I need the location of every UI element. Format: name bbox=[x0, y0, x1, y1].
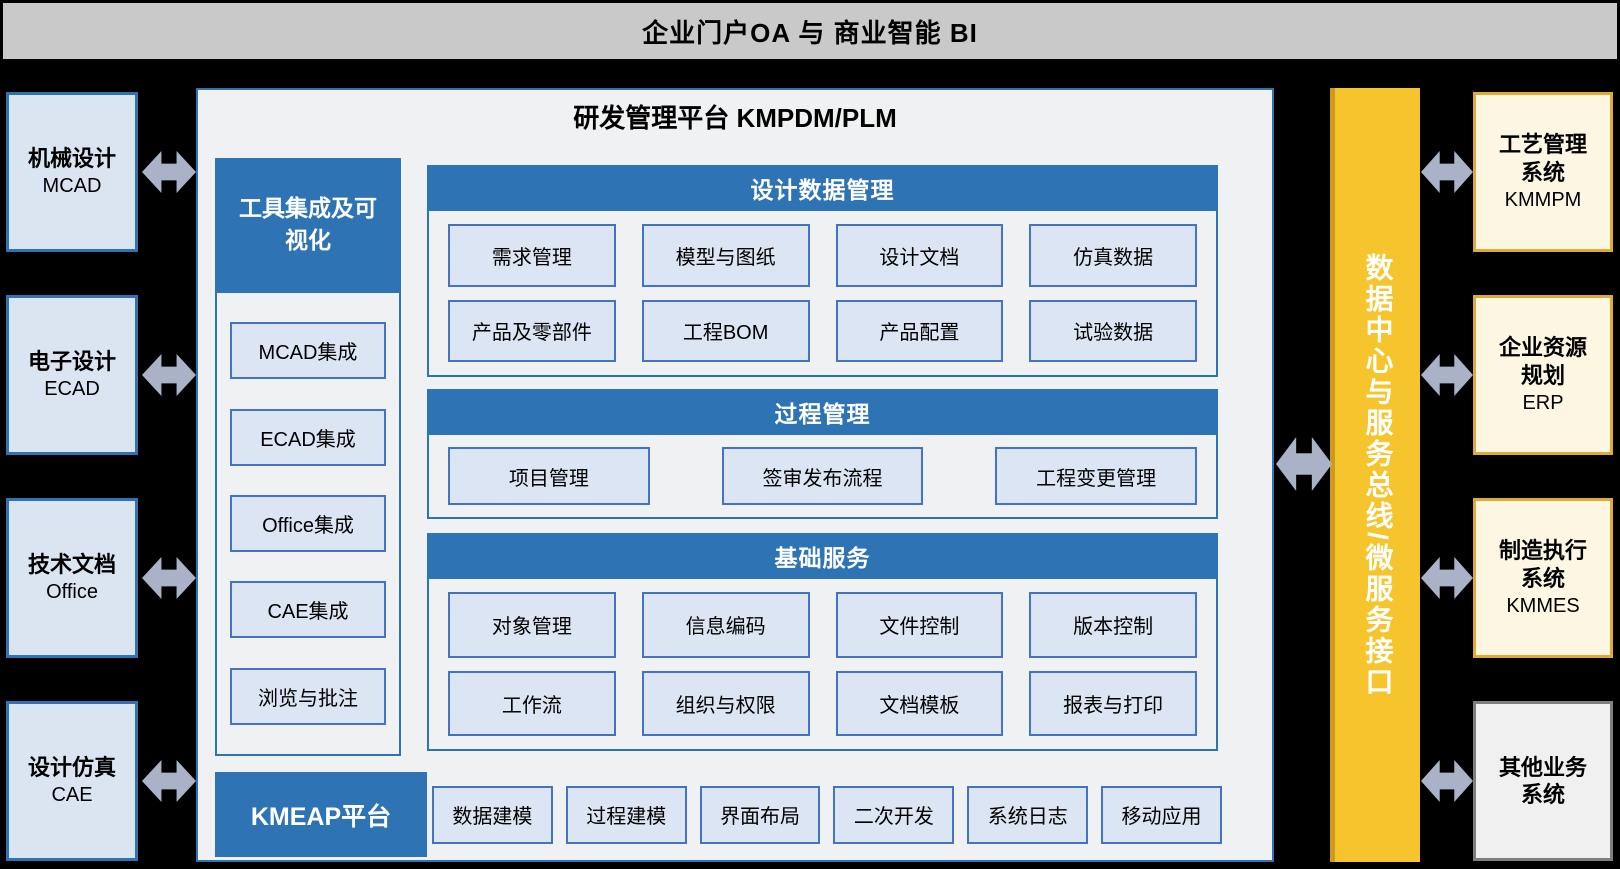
system-code: MCAD bbox=[43, 174, 102, 199]
double-arrow-icon bbox=[1421, 151, 1473, 193]
double-arrow-icon bbox=[1421, 557, 1473, 599]
system-box-kmmpm: 工艺管理 系统KMMPM bbox=[1473, 92, 1613, 252]
system-code: KMMES bbox=[1506, 594, 1579, 619]
module-chip: 组织与权限 bbox=[642, 671, 810, 737]
module-chip: 设计文档 bbox=[836, 224, 1004, 287]
double-arrow-icon bbox=[142, 557, 196, 599]
double-arrow-icon bbox=[142, 760, 196, 802]
system-name: 设计仿真 bbox=[28, 754, 116, 782]
system-name: 其他业务 系统 bbox=[1499, 754, 1587, 809]
module-chip: 项目管理 bbox=[448, 447, 650, 505]
section-1: 设计数据管理需求管理模型与图纸设计文档仿真数据产品及零部件工程BOM 产品配置试验… bbox=[427, 165, 1218, 377]
module-chip: 文档模板 bbox=[836, 671, 1004, 737]
system-name: 工艺管理 系统 bbox=[1499, 131, 1587, 186]
kmeap-platform-label: KMEAP平台 bbox=[215, 772, 427, 857]
system-name: 制造执行 系统 bbox=[1499, 537, 1587, 592]
system-box-erp: 企业资源 规划ERP bbox=[1473, 295, 1613, 455]
double-arrow-icon bbox=[1276, 437, 1332, 491]
tool-chip: ECAD集成 bbox=[230, 409, 386, 466]
section-body: 需求管理模型与图纸设计文档仿真数据产品及零部件工程BOM 产品配置试验数据 bbox=[427, 211, 1218, 377]
system-code: ERP bbox=[1522, 391, 1563, 416]
system-box-ecad: 电子设计ECAD bbox=[6, 295, 138, 455]
system-name: 企业资源 规划 bbox=[1499, 334, 1587, 389]
double-arrow-icon bbox=[142, 151, 196, 193]
module-chip: 仿真数据 bbox=[1029, 224, 1197, 287]
service-bus-bar: 数据中心与服务总线/微服务接口 bbox=[1330, 88, 1420, 862]
module-chip: 对象管理 bbox=[448, 592, 616, 658]
module-chip: 工程变更管理 bbox=[995, 447, 1197, 505]
module-chip: 报表与打印 bbox=[1029, 671, 1197, 737]
kmeap-chip: 界面布局 bbox=[700, 786, 821, 844]
module-chip: 信息编码 bbox=[642, 592, 810, 658]
double-arrow-icon bbox=[142, 354, 196, 396]
double-arrow-icon bbox=[1421, 760, 1473, 802]
kmeap-chip: 数据建模 bbox=[432, 786, 553, 844]
top-banner-label: 企业门户OA 与 商业智能 BI bbox=[642, 13, 978, 50]
module-chip: 版本控制 bbox=[1029, 592, 1197, 658]
module-chip: 文件控制 bbox=[836, 592, 1004, 658]
system-code: KMMPM bbox=[1505, 188, 1582, 213]
module-chip: 签审发布流程 bbox=[722, 447, 924, 505]
system-box-office: 技术文档Office bbox=[6, 498, 138, 658]
system-code: CAE bbox=[51, 783, 92, 808]
tool-integration-body: MCAD集成 ECAD集成 Office集成 CAE集成浏览与批注 bbox=[215, 291, 401, 756]
section-2: 过程管理项目管理 签审发布流程 工程变更管理 bbox=[427, 389, 1218, 519]
kmeap-chip: 系统日志 bbox=[967, 786, 1088, 844]
system-box-mcad: 机械设计MCAD bbox=[6, 92, 138, 252]
system-code: ECAD bbox=[44, 377, 100, 402]
kmeap-items-row: 数据建模过程建模界面布局二次开发系统日志移动应用 bbox=[432, 772, 1222, 857]
system-box-kmmes: 制造执行 系统KMMES bbox=[1473, 498, 1613, 658]
module-chip: 需求管理 bbox=[448, 224, 616, 287]
architecture-diagram: 企业门户OA 与 商业智能 BI 机械设计MCAD电子设计ECAD技术文档Off… bbox=[0, 0, 1620, 869]
system-name: 电子设计 bbox=[28, 348, 116, 376]
tool-chip: MCAD集成 bbox=[230, 322, 386, 379]
section-body: 对象管理信息编码文件控制版本控制工作流组织与权限文档模板报表与打印 bbox=[427, 579, 1218, 751]
system-name: 技术文档 bbox=[28, 551, 116, 579]
module-chip: 工程BOM bbox=[642, 300, 810, 363]
module-chip: 工作流 bbox=[448, 671, 616, 737]
double-arrow-icon bbox=[1421, 354, 1473, 396]
section-3: 基础服务对象管理信息编码文件控制版本控制工作流组织与权限文档模板报表与打印 bbox=[427, 533, 1218, 751]
service-bus-label: 数据中心与服务总线/微服务接口 bbox=[1358, 253, 1398, 698]
module-chip: 试验数据 bbox=[1029, 300, 1197, 363]
tool-chip: Office集成 bbox=[230, 495, 386, 552]
section-body: 项目管理 签审发布流程 工程变更管理 bbox=[427, 435, 1218, 519]
module-chip: 产品配置 bbox=[836, 300, 1004, 363]
section-header: 设计数据管理 bbox=[427, 165, 1218, 211]
tool-integration-header: 工具集成及可视化 bbox=[215, 158, 401, 291]
tool-chip: 浏览与批注 bbox=[230, 668, 386, 725]
tool-chip: CAE集成 bbox=[230, 581, 386, 638]
system-name: 机械设计 bbox=[28, 145, 116, 173]
top-banner: 企业门户OA 与 商业智能 BI bbox=[0, 0, 1620, 62]
system-box-other: 其他业务 系统 bbox=[1473, 701, 1613, 861]
kmeap-chip: 过程建模 bbox=[566, 786, 687, 844]
platform-title: 研发管理平台 KMPDM/PLM bbox=[198, 98, 1272, 135]
system-code: Office bbox=[46, 580, 98, 605]
kmeap-chip: 移动应用 bbox=[1101, 786, 1222, 844]
platform-panel: 研发管理平台 KMPDM/PLM 工具集成及可视化 MCAD集成 ECAD集成 Of… bbox=[196, 88, 1274, 862]
module-chip: 产品及零部件 bbox=[448, 300, 616, 363]
module-chip: 模型与图纸 bbox=[642, 224, 810, 287]
system-box-cae: 设计仿真CAE bbox=[6, 701, 138, 861]
section-header: 过程管理 bbox=[427, 389, 1218, 435]
kmeap-chip: 二次开发 bbox=[833, 786, 954, 844]
section-header: 基础服务 bbox=[427, 533, 1218, 579]
